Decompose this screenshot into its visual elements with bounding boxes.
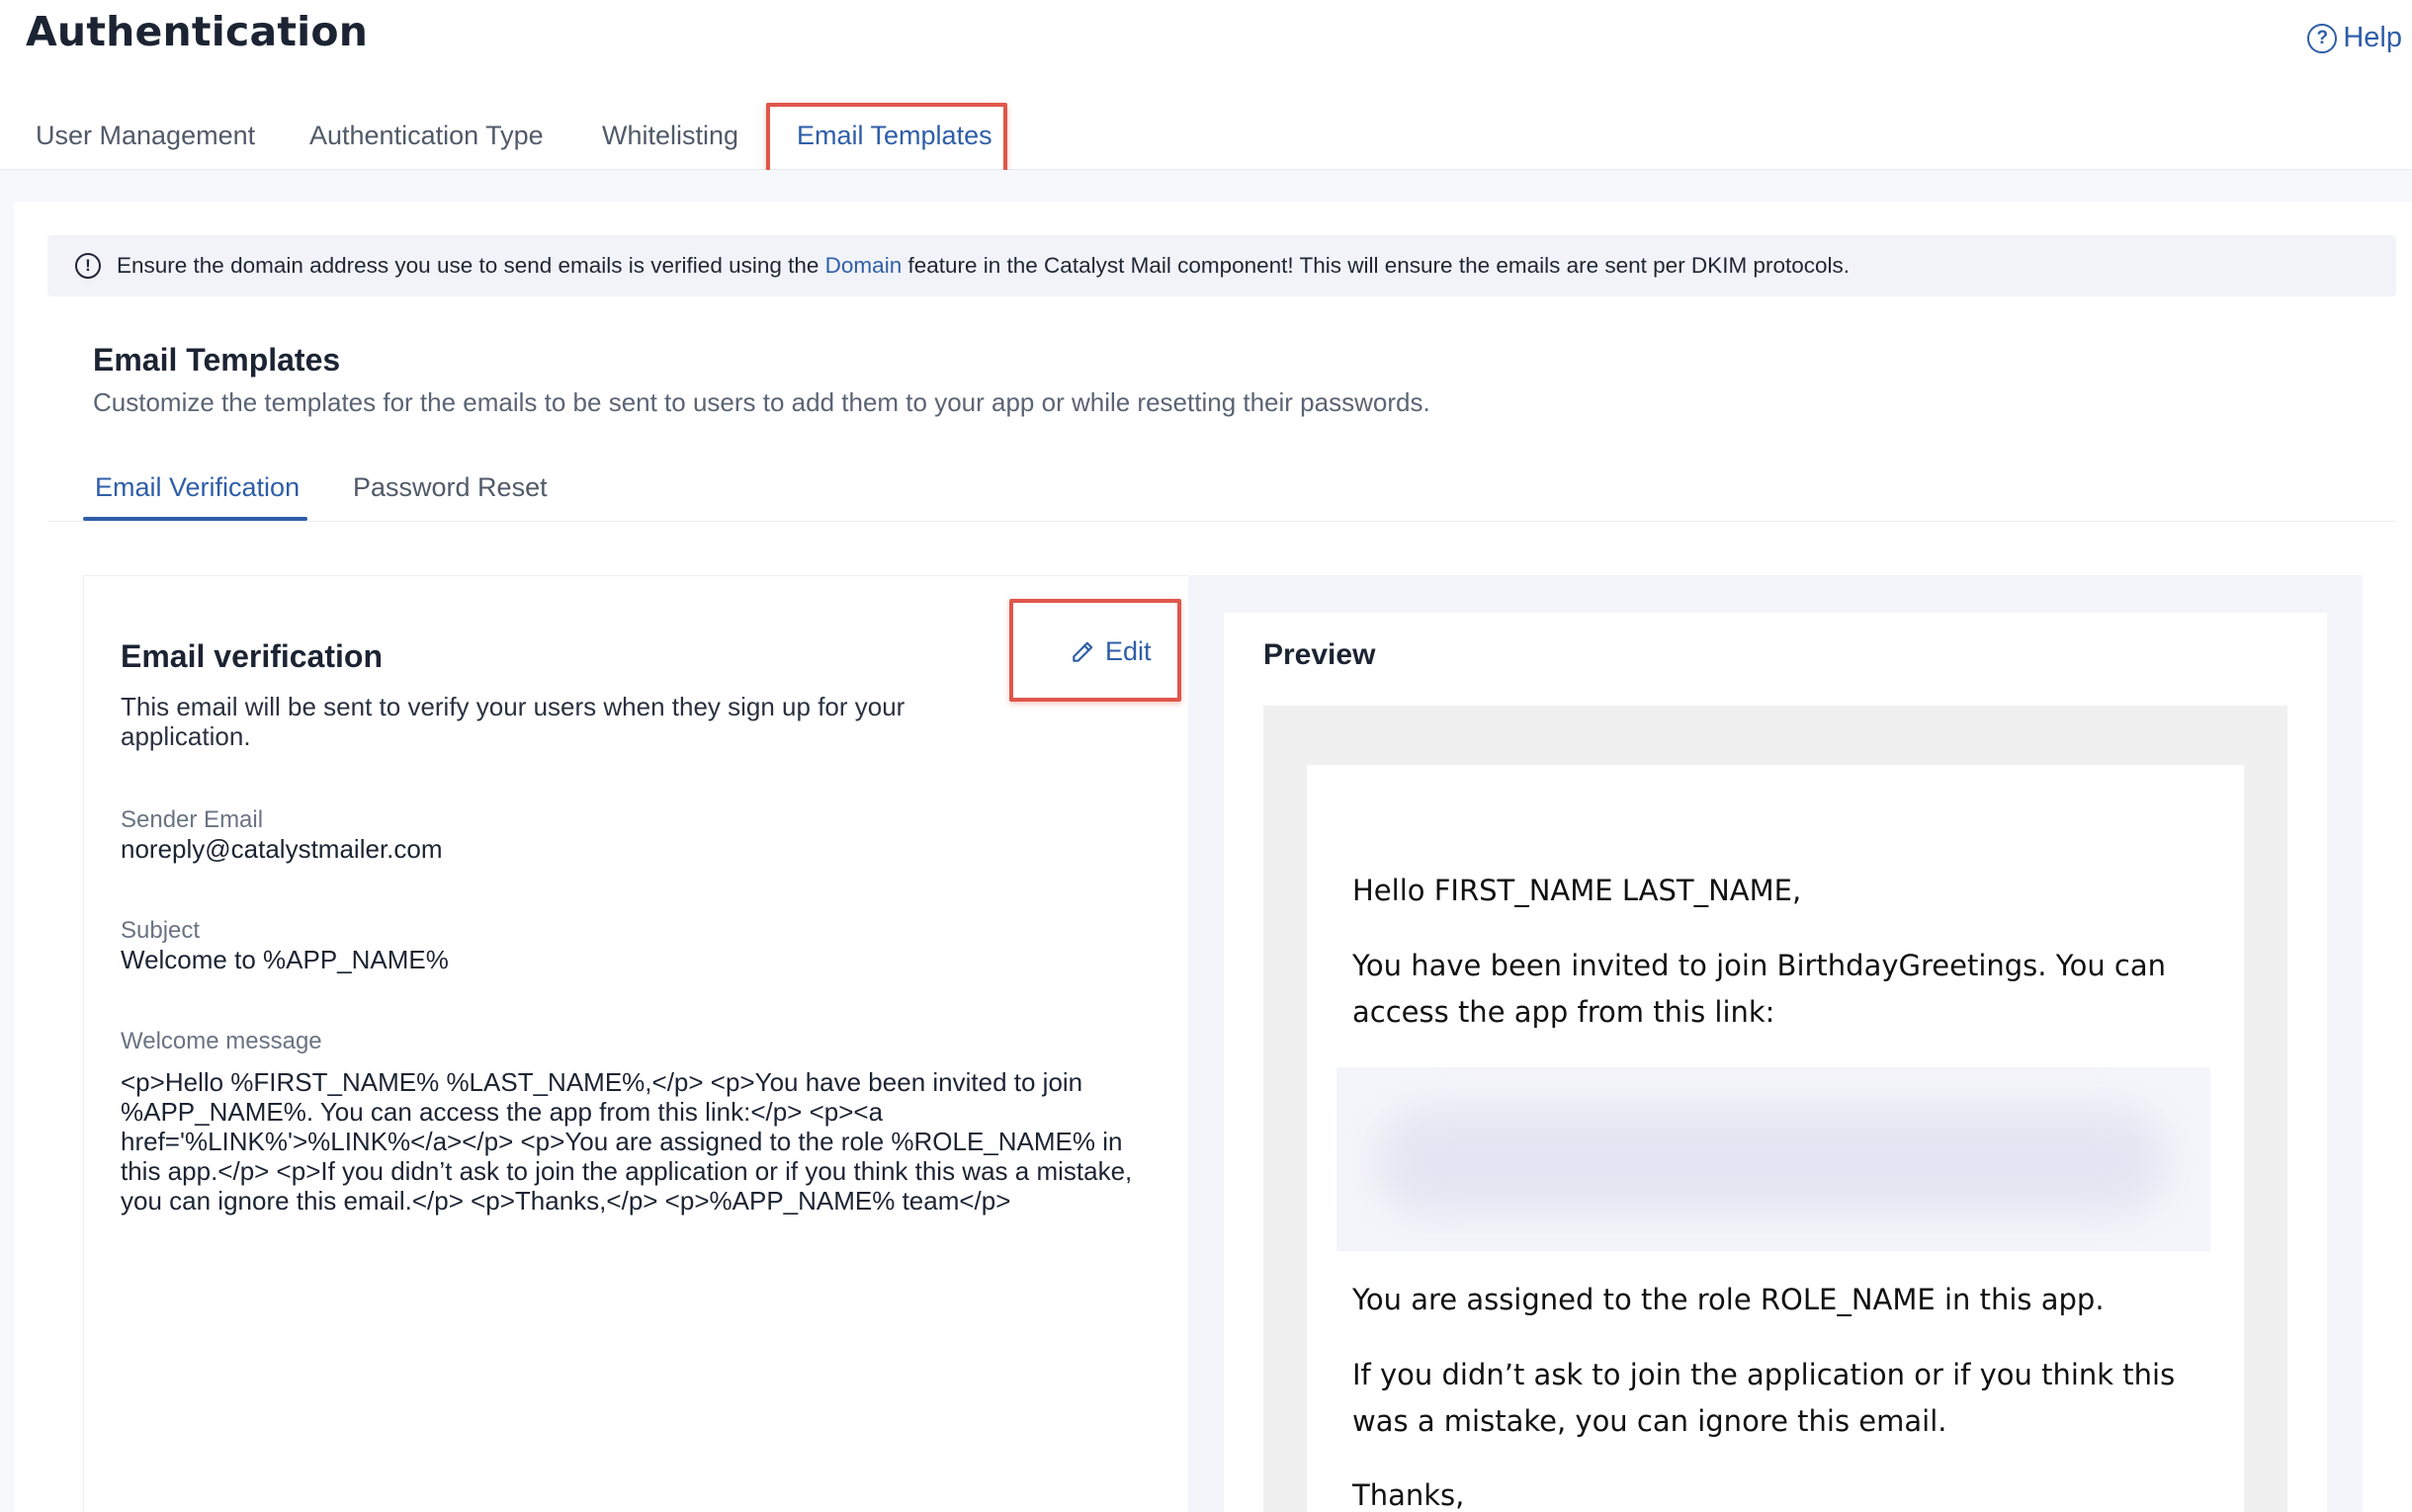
edit-label: Edit [1105, 636, 1152, 666]
sender-email-value: noreply@catalystmailer.com [121, 834, 443, 864]
preview-ignore-text: If you didn’t ask to join the applicatio… [1352, 1358, 2176, 1438]
template-description: This email will be sent to verify your u… [121, 692, 905, 751]
blurred-content [1376, 1107, 2167, 1216]
template-details: Email verification This email will be se… [83, 575, 1188, 1512]
active-tab-indicator [83, 517, 307, 521]
section-title: Email Templates [93, 342, 341, 378]
preview-heading: Preview [1263, 638, 1376, 671]
welcome-message-label: Welcome message [121, 1028, 322, 1054]
notice-text: Ensure the domain address you use to sen… [117, 253, 1850, 279]
sender-email-label: Sender Email [121, 806, 264, 833]
help-link[interactable]: ? Help [2307, 22, 2402, 54]
tab-email-verification[interactable]: Email Verification [95, 472, 300, 503]
preview-greeting: Hello FIRST_NAME LAST_NAME, [1352, 874, 1802, 907]
tab-whitelisting[interactable]: Whitelisting [602, 121, 738, 151]
notice-text-before: Ensure the domain address you use to sen… [117, 253, 819, 278]
tab-password-reset[interactable]: Password Reset [353, 472, 548, 503]
domain-notice: ! Ensure the domain address you use to s… [47, 235, 2396, 296]
tab-authentication-type[interactable]: Authentication Type [309, 121, 544, 151]
info-icon: ! [75, 253, 101, 279]
domain-link[interactable]: Domain [825, 253, 903, 278]
help-label: Help [2343, 22, 2402, 53]
question-circle-icon: ? [2307, 23, 2338, 53]
welcome-message-value: <p>Hello %FIRST_NAME% %LAST_NAME%,</p> <… [121, 1067, 1133, 1216]
preview-role-text: You are assigned to the role ROLE_NAME i… [1352, 1283, 2105, 1316]
subject-label: Subject [121, 917, 201, 944]
section-description: Customize the templates for the emails t… [93, 387, 1430, 417]
authentication-page: Authentication ? Help User Management Au… [0, 0, 2412, 1512]
tab-email-templates[interactable]: Email Templates [797, 121, 992, 151]
preview-invite-text: You have been invited to join BirthdayGr… [1352, 949, 2167, 1029]
preview-link-blurred [1336, 1067, 2210, 1251]
tab-user-management[interactable]: User Management [36, 121, 255, 151]
subject-value: Welcome to %APP_NAME% [121, 945, 449, 974]
pencil-icon [1073, 641, 1093, 662]
template-title: Email verification [121, 638, 383, 674]
page-title: Authentication [26, 8, 369, 55]
edit-button[interactable]: Edit [1070, 636, 1152, 667]
sub-tabs: Email Verification Password Reset [47, 455, 2396, 522]
top-tabs: User Management Authentication Type Whit… [0, 103, 2412, 170]
preview-thanks-text: Thanks, [1352, 1478, 1465, 1512]
notice-text-after: feature in the Catalyst Mail component! … [907, 253, 1850, 278]
